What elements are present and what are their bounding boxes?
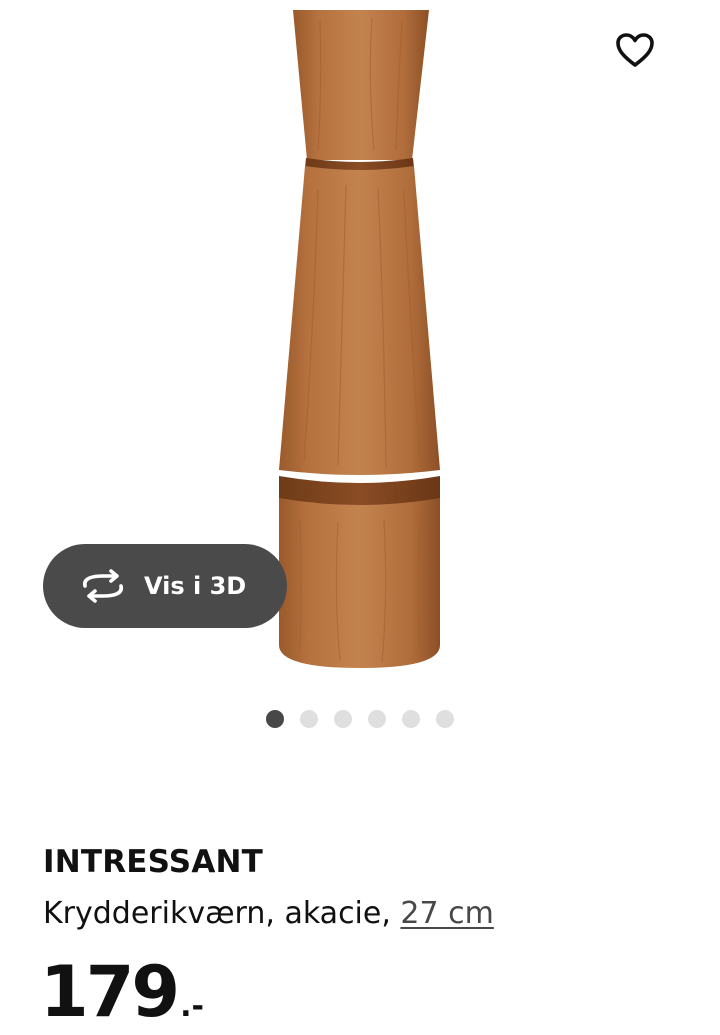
price-suffix: .- (180, 989, 204, 1024)
product-price: 179 .- (40, 950, 204, 1034)
carousel-dot-6[interactable] (436, 710, 454, 728)
product-description: Krydderikværn, akacie, 27 cm (43, 894, 494, 934)
carousel-dot-5[interactable] (402, 710, 420, 728)
carousel-indicator (266, 710, 454, 728)
carousel-dot-4[interactable] (368, 710, 386, 728)
product-description-text: Krydderikværn, akacie, (43, 896, 401, 931)
rotate-360-icon (82, 569, 124, 603)
price-integer: 179 (40, 951, 180, 1033)
product-name: INTRESSANT (43, 844, 264, 880)
view-in-3d-label: Vis i 3D (144, 572, 247, 600)
carousel-dot-2[interactable] (300, 710, 318, 728)
view-in-3d-button[interactable]: Vis i 3D (43, 544, 287, 628)
heart-outline-icon (616, 33, 654, 67)
carousel-dot-3[interactable] (334, 710, 352, 728)
favorite-button[interactable] (607, 22, 663, 78)
carousel-dot-1[interactable] (266, 710, 284, 728)
size-link[interactable]: 27 cm (400, 896, 493, 931)
